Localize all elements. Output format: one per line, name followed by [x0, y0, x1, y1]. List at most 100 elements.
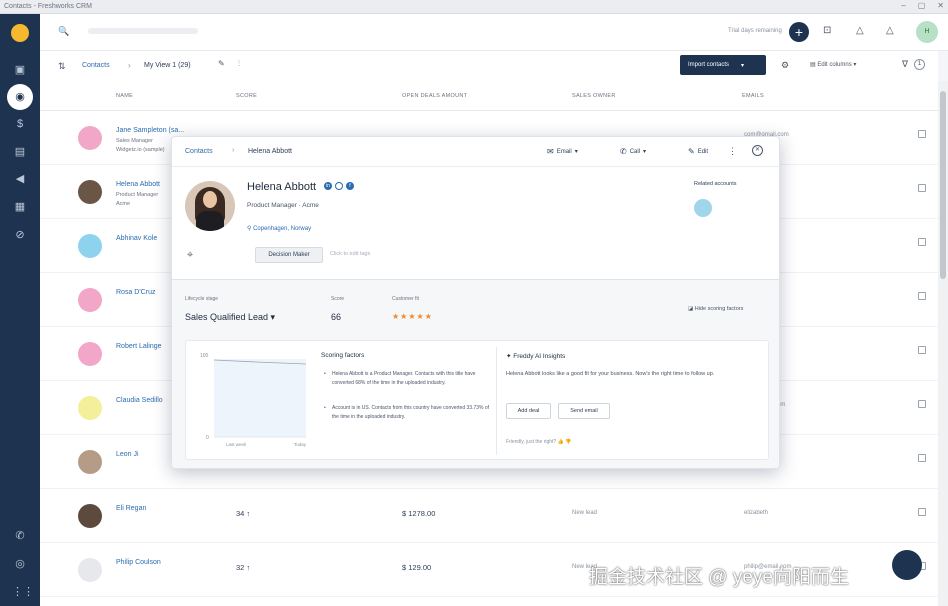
contact-job-title: Product Manager: [116, 192, 159, 198]
view-name[interactable]: My View 1 (29): [144, 62, 191, 69]
row-checkbox[interactable]: [918, 292, 926, 300]
col-score[interactable]: Score: [236, 93, 257, 99]
open-deals-amount: $ 1278.00: [402, 509, 436, 518]
chat-widget-button[interactable]: [892, 550, 922, 580]
persona-tag-button[interactable]: Decision Maker: [255, 247, 323, 263]
linkedin-icon[interactable]: in: [324, 182, 332, 190]
scoring-link-label: Hide scoring factors: [694, 306, 744, 312]
call-button[interactable]: ✆ Call ▾: [620, 147, 646, 156]
col-emails[interactable]: Emails: [742, 93, 764, 99]
settings-gear-icon[interactable]: ⚙: [781, 60, 789, 71]
search-icon[interactable]: 🔍: [58, 26, 69, 37]
score-analysis-card: 100 0 Last week Today Scoring factors • H…: [185, 340, 769, 460]
minimize-button[interactable]: –: [901, 1, 905, 10]
contact-score: 32 ↑: [236, 563, 251, 572]
related-account-avatar[interactable]: [694, 199, 712, 217]
modal-breadcrumb-contacts[interactable]: Contacts: [185, 148, 213, 155]
search-input[interactable]: [88, 28, 198, 34]
avatar: [78, 126, 102, 150]
contact-location: ⚲ Copenhagen, Norway: [247, 226, 312, 232]
trial-text[interactable]: Trial days remaining: [728, 28, 782, 34]
reports-icon[interactable]: ▦: [12, 199, 28, 215]
settings-icon[interactable]: ⊘: [12, 227, 28, 243]
watermark: 掘金技术社区 @ yeye向阳而生: [589, 567, 849, 588]
row-checkbox[interactable]: [918, 184, 926, 192]
calendar-icon[interactable]: ⊡: [823, 25, 831, 36]
contact-name-link[interactable]: Eli Regan: [116, 505, 146, 512]
ai-insights-title: ✦ Freddy AI Insights: [506, 353, 566, 360]
row-checkbox[interactable]: [918, 130, 926, 138]
edit-view-icon[interactable]: ✎: [218, 59, 225, 68]
inbox-icon[interactable]: ▣: [12, 62, 28, 78]
col-open-deals[interactable]: Open deals amount: [402, 93, 467, 99]
chat-icon[interactable]: ▤: [12, 144, 28, 160]
contact-name-link[interactable]: Philip Coulson: [116, 559, 161, 566]
phone-icon: ✆: [620, 147, 627, 156]
edit-button[interactable]: ✎ Edit: [688, 147, 708, 156]
phone-icon[interactable]: ✆: [12, 528, 28, 544]
help-icon[interactable]: ◎: [12, 556, 28, 572]
notifications-icon[interactable]: △: [856, 25, 864, 36]
alerts-icon[interactable]: △: [886, 25, 894, 36]
send-email-button[interactable]: Send email: [558, 403, 610, 419]
table-row[interactable]: Eli Regan 34 ↑ $ 1278.00 New lead elizabeth: [40, 489, 938, 543]
chevron-down-icon[interactable]: ▾: [741, 62, 744, 69]
scrollbar-thumb[interactable]: [940, 91, 946, 279]
import-contacts-button[interactable]: Import contacts ▾: [680, 55, 766, 75]
contact-name-link[interactable]: Claudia Sedillo: [116, 397, 163, 404]
edit-button-label: Edit: [697, 148, 709, 155]
sort-icon[interactable]: ⇅: [58, 61, 66, 72]
edit-columns-button[interactable]: ▤ Edit columns ▾: [810, 61, 856, 68]
contact-name-link[interactable]: Helena Abbott: [116, 181, 160, 188]
chart-x-label-start: Last week: [226, 442, 247, 447]
contacts-icon[interactable]: ◉: [7, 84, 33, 110]
lifecycle-stage-select[interactable]: Sales Qualified Lead ▾: [185, 312, 275, 323]
row-checkbox[interactable]: [918, 508, 926, 516]
campaigns-icon[interactable]: ◀: [12, 171, 28, 187]
add-deal-button[interactable]: Add deal: [506, 403, 551, 419]
email-button[interactable]: ✉ Email ▾: [547, 147, 578, 156]
quick-add-button[interactable]: +: [789, 22, 809, 42]
apps-icon[interactable]: ⋮⋮: [12, 584, 34, 600]
row-checkbox[interactable]: [918, 400, 926, 408]
user-avatar[interactable]: H: [916, 21, 938, 43]
modal-breadcrumb-separator: ›: [232, 147, 235, 154]
contact-name-link[interactable]: Leon Ji: [116, 451, 139, 458]
sales-owner: New lead: [572, 510, 598, 516]
close-window-button[interactable]: ✕: [937, 1, 944, 10]
tag-hint[interactable]: Click to edit tags: [330, 251, 370, 257]
app-logo[interactable]: [11, 24, 29, 42]
more-options-icon[interactable]: ⋮: [728, 146, 737, 157]
maximize-button[interactable]: ▢: [918, 1, 926, 10]
deals-icon[interactable]: $: [12, 116, 28, 132]
scrollbar[interactable]: [938, 81, 948, 606]
contact-name-link[interactable]: Abhinav Kole: [116, 235, 157, 242]
contact-name-link[interactable]: Jane Sampleton (sa...: [116, 127, 184, 134]
modal-header: Contacts › Helena Abbott ✉ Email ▾ ✆ Cal…: [172, 137, 779, 167]
ai-feedback[interactable]: Friendly, just the right? 👍 👎: [506, 439, 571, 445]
contact-title: Product Manager · Acme: [247, 202, 319, 209]
pin-icon[interactable]: ⫶: [238, 59, 240, 69]
modal-breadcrumb-current: Helena Abbott: [248, 148, 292, 155]
contact-name-link[interactable]: Robert Lalinge: [116, 343, 162, 350]
contact-email[interactable]: elizabeth: [744, 510, 768, 516]
scoring-section: Lifecycle stage Sales Qualified Lead ▾ S…: [172, 280, 779, 468]
row-checkbox[interactable]: [918, 346, 926, 354]
filter-count-badge[interactable]: 1: [914, 59, 925, 70]
contact-photo: [185, 181, 235, 231]
hide-scoring-factors-link[interactable]: ◪ Hide scoring factors: [688, 306, 743, 312]
list-toolbar: ⇅ Contacts › My View 1 (29) ✎ ⫶ Import c…: [40, 51, 938, 81]
col-name[interactable]: Name: [116, 93, 133, 99]
filter-icon[interactable]: ∇: [902, 59, 908, 70]
facebook-icon[interactable]: f: [346, 182, 354, 190]
window-title: Contacts - Freshworks CRM: [4, 3, 92, 10]
tag-icon[interactable]: ⌖: [187, 249, 193, 262]
twitter-icon[interactable]: [335, 182, 343, 190]
contact-name-link[interactable]: Rosa D'Cruz: [116, 289, 155, 296]
col-sales-owner[interactable]: Sales owner: [572, 93, 616, 99]
close-icon[interactable]: ✕: [752, 145, 763, 156]
row-checkbox[interactable]: [918, 454, 926, 462]
email-button-label: Email: [556, 148, 572, 155]
breadcrumb-contacts[interactable]: Contacts: [82, 62, 110, 69]
row-checkbox[interactable]: [918, 238, 926, 246]
